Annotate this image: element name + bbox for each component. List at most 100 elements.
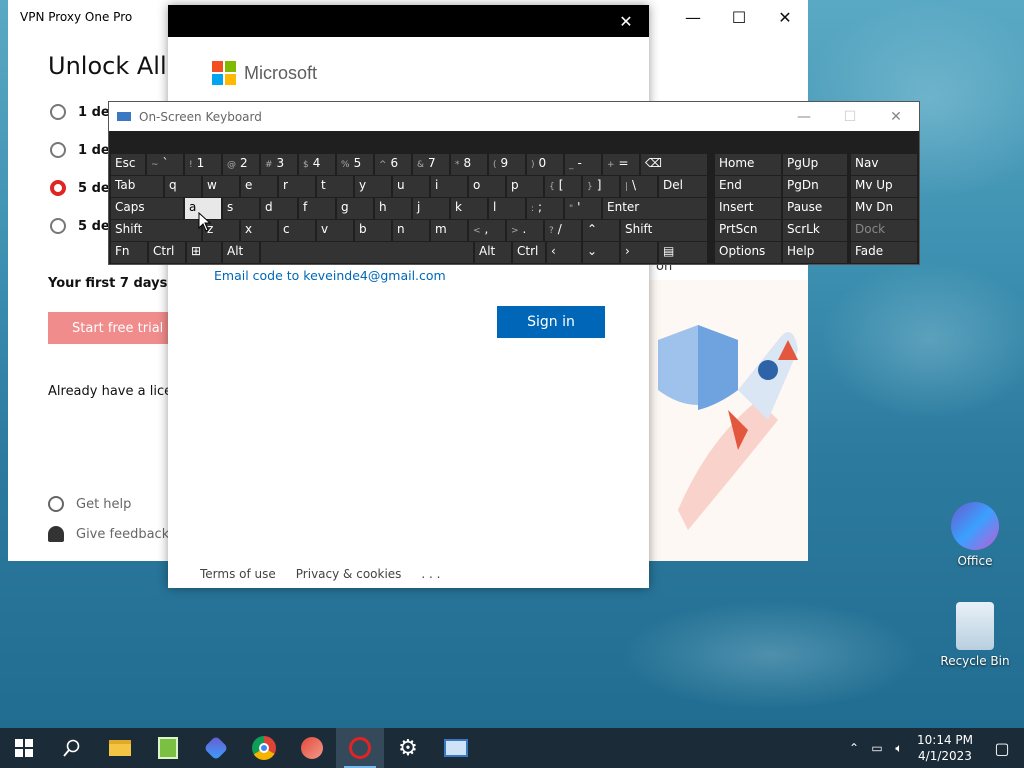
arrow-up-icon[interactable]: ⌃ bbox=[583, 220, 619, 241]
key-j[interactable]: j bbox=[413, 198, 449, 219]
key-l[interactable]: l bbox=[489, 198, 525, 219]
key-9[interactable]: (9 bbox=[489, 154, 525, 175]
taskbar-notepad[interactable] bbox=[144, 728, 192, 768]
arrow-down-icon[interactable]: ⌄ bbox=[583, 242, 619, 263]
terms-link[interactable]: Terms of use bbox=[200, 567, 276, 581]
key-alt-right[interactable]: Alt bbox=[475, 242, 511, 263]
key-ctrl-left[interactable]: Ctrl bbox=[149, 242, 185, 263]
volume-icon[interactable]: 🔈︎ bbox=[888, 741, 910, 756]
key-shift-left[interactable]: Shift bbox=[111, 220, 201, 241]
clock[interactable]: 10:14 PM 4/1/2023 bbox=[910, 732, 980, 764]
sign-in-button[interactable]: Sign in bbox=[497, 306, 605, 338]
key-w[interactable]: w bbox=[203, 176, 239, 197]
key-scrlk[interactable]: ScrLk bbox=[783, 220, 847, 241]
email-code-link[interactable]: Email code to keveinde4@gmail.com bbox=[214, 268, 446, 283]
give-feedback-link[interactable]: Give feedback bbox=[48, 526, 169, 542]
key-4[interactable]: $4 bbox=[299, 154, 335, 175]
close-icon[interactable]: ✕ bbox=[873, 102, 919, 131]
key-ctrl-right[interactable]: Ctrl bbox=[513, 242, 545, 263]
key-s[interactable]: s bbox=[223, 198, 259, 219]
taskbar-file-explorer[interactable] bbox=[96, 728, 144, 768]
taskbar-ccleaner[interactable] bbox=[288, 728, 336, 768]
key-insert[interactable]: Insert bbox=[715, 198, 781, 219]
minimize-icon[interactable]: — bbox=[781, 102, 827, 131]
minimize-icon[interactable]: — bbox=[670, 0, 716, 34]
key-y[interactable]: y bbox=[355, 176, 391, 197]
search-button[interactable] bbox=[48, 728, 96, 768]
key-nav[interactable]: Nav bbox=[851, 154, 917, 175]
key-home[interactable]: Home bbox=[715, 154, 781, 175]
key-help[interactable]: Help bbox=[783, 242, 847, 263]
key-h[interactable]: h bbox=[375, 198, 411, 219]
key-pause[interactable]: Pause bbox=[783, 198, 847, 219]
key-bracket-right[interactable]: }] bbox=[583, 176, 619, 197]
key-n[interactable]: n bbox=[393, 220, 429, 241]
key-space[interactable] bbox=[261, 242, 473, 263]
key-del[interactable]: Del bbox=[659, 176, 707, 197]
key-fn[interactable]: Fn bbox=[111, 242, 147, 263]
taskbar-keyboard[interactable] bbox=[432, 728, 480, 768]
key-period[interactable]: >. bbox=[507, 220, 543, 241]
key-pgup[interactable]: PgUp bbox=[783, 154, 847, 175]
key-semicolon[interactable]: :; bbox=[527, 198, 563, 219]
key-2[interactable]: @2 bbox=[223, 154, 259, 175]
key-k[interactable]: k bbox=[451, 198, 487, 219]
privacy-link[interactable]: Privacy & cookies bbox=[296, 567, 402, 581]
key-5[interactable]: % 5 bbox=[337, 154, 373, 175]
taskbar-settings[interactable]: ⚙ bbox=[384, 728, 432, 768]
key-b[interactable]: b bbox=[355, 220, 391, 241]
key-quote[interactable]: " ' bbox=[565, 198, 601, 219]
desktop-icon-office[interactable]: Office bbox=[940, 502, 1010, 568]
key-end[interactable]: End bbox=[715, 176, 781, 197]
key-o[interactable]: o bbox=[469, 176, 505, 197]
taskbar-chrome[interactable] bbox=[240, 728, 288, 768]
key-q[interactable]: q bbox=[165, 176, 201, 197]
backspace-icon[interactable]: ⌫ bbox=[641, 154, 707, 175]
key-backtick[interactable]: ~ ` bbox=[147, 154, 183, 175]
key-alt-left[interactable]: Alt bbox=[223, 242, 259, 263]
start-trial-button[interactable]: Start free trial bbox=[48, 312, 176, 344]
taskbar-vpn[interactable] bbox=[336, 728, 384, 768]
key-comma[interactable]: <, bbox=[469, 220, 505, 241]
key-c[interactable]: c bbox=[279, 220, 315, 241]
key-u[interactable]: u bbox=[393, 176, 429, 197]
key-slash[interactable]: ? / bbox=[545, 220, 581, 241]
key-pgdn[interactable]: PgDn bbox=[783, 176, 847, 197]
key-shift-right[interactable]: Shift bbox=[621, 220, 707, 241]
key-esc[interactable]: Esc bbox=[111, 154, 145, 175]
key-caps[interactable]: Caps bbox=[111, 198, 183, 219]
maximize-icon[interactable]: ☐ bbox=[716, 0, 762, 34]
taskbar-app-blue[interactable] bbox=[192, 728, 240, 768]
close-icon[interactable]: ✕ bbox=[603, 12, 649, 31]
key-mv-up[interactable]: Mv Up bbox=[851, 176, 917, 197]
key-dock[interactable]: Dock bbox=[851, 220, 917, 241]
key-tab[interactable]: Tab bbox=[111, 176, 163, 197]
get-help-link[interactable]: Get help bbox=[48, 496, 131, 512]
key-equals[interactable]: + = bbox=[603, 154, 639, 175]
more-options-button[interactable]: . . . bbox=[421, 567, 440, 581]
context-menu-icon[interactable]: ▤ bbox=[659, 242, 707, 263]
key-v[interactable]: v bbox=[317, 220, 353, 241]
key-3[interactable]: #3 bbox=[261, 154, 297, 175]
key-d[interactable]: d bbox=[261, 198, 297, 219]
start-button[interactable] bbox=[0, 728, 48, 768]
key-minus[interactable]: _ - bbox=[565, 154, 601, 175]
desktop-icon-recycle-bin[interactable]: Recycle Bin bbox=[940, 602, 1010, 668]
key-enter[interactable]: Enter bbox=[603, 198, 707, 219]
key-bracket-left[interactable]: {[ bbox=[545, 176, 581, 197]
windows-key-icon[interactable]: ⊞ bbox=[187, 242, 221, 263]
key-fade[interactable]: Fade bbox=[851, 242, 917, 263]
close-icon[interactable]: ✕ bbox=[762, 0, 808, 34]
network-icon[interactable]: ▭ bbox=[866, 741, 888, 755]
arrow-left-icon[interactable]: ‹ bbox=[547, 242, 581, 263]
key-f[interactable]: f bbox=[299, 198, 335, 219]
key-m[interactable]: m bbox=[431, 220, 467, 241]
key-7[interactable]: & 7 bbox=[413, 154, 449, 175]
key-1[interactable]: ! 1 bbox=[185, 154, 221, 175]
key-8[interactable]: * 8 bbox=[451, 154, 487, 175]
key-mv-dn[interactable]: Mv Dn bbox=[851, 198, 917, 219]
key-r[interactable]: r bbox=[279, 176, 315, 197]
key-backslash[interactable]: | \ bbox=[621, 176, 657, 197]
key-e[interactable]: e bbox=[241, 176, 277, 197]
key-options[interactable]: Options bbox=[715, 242, 781, 263]
